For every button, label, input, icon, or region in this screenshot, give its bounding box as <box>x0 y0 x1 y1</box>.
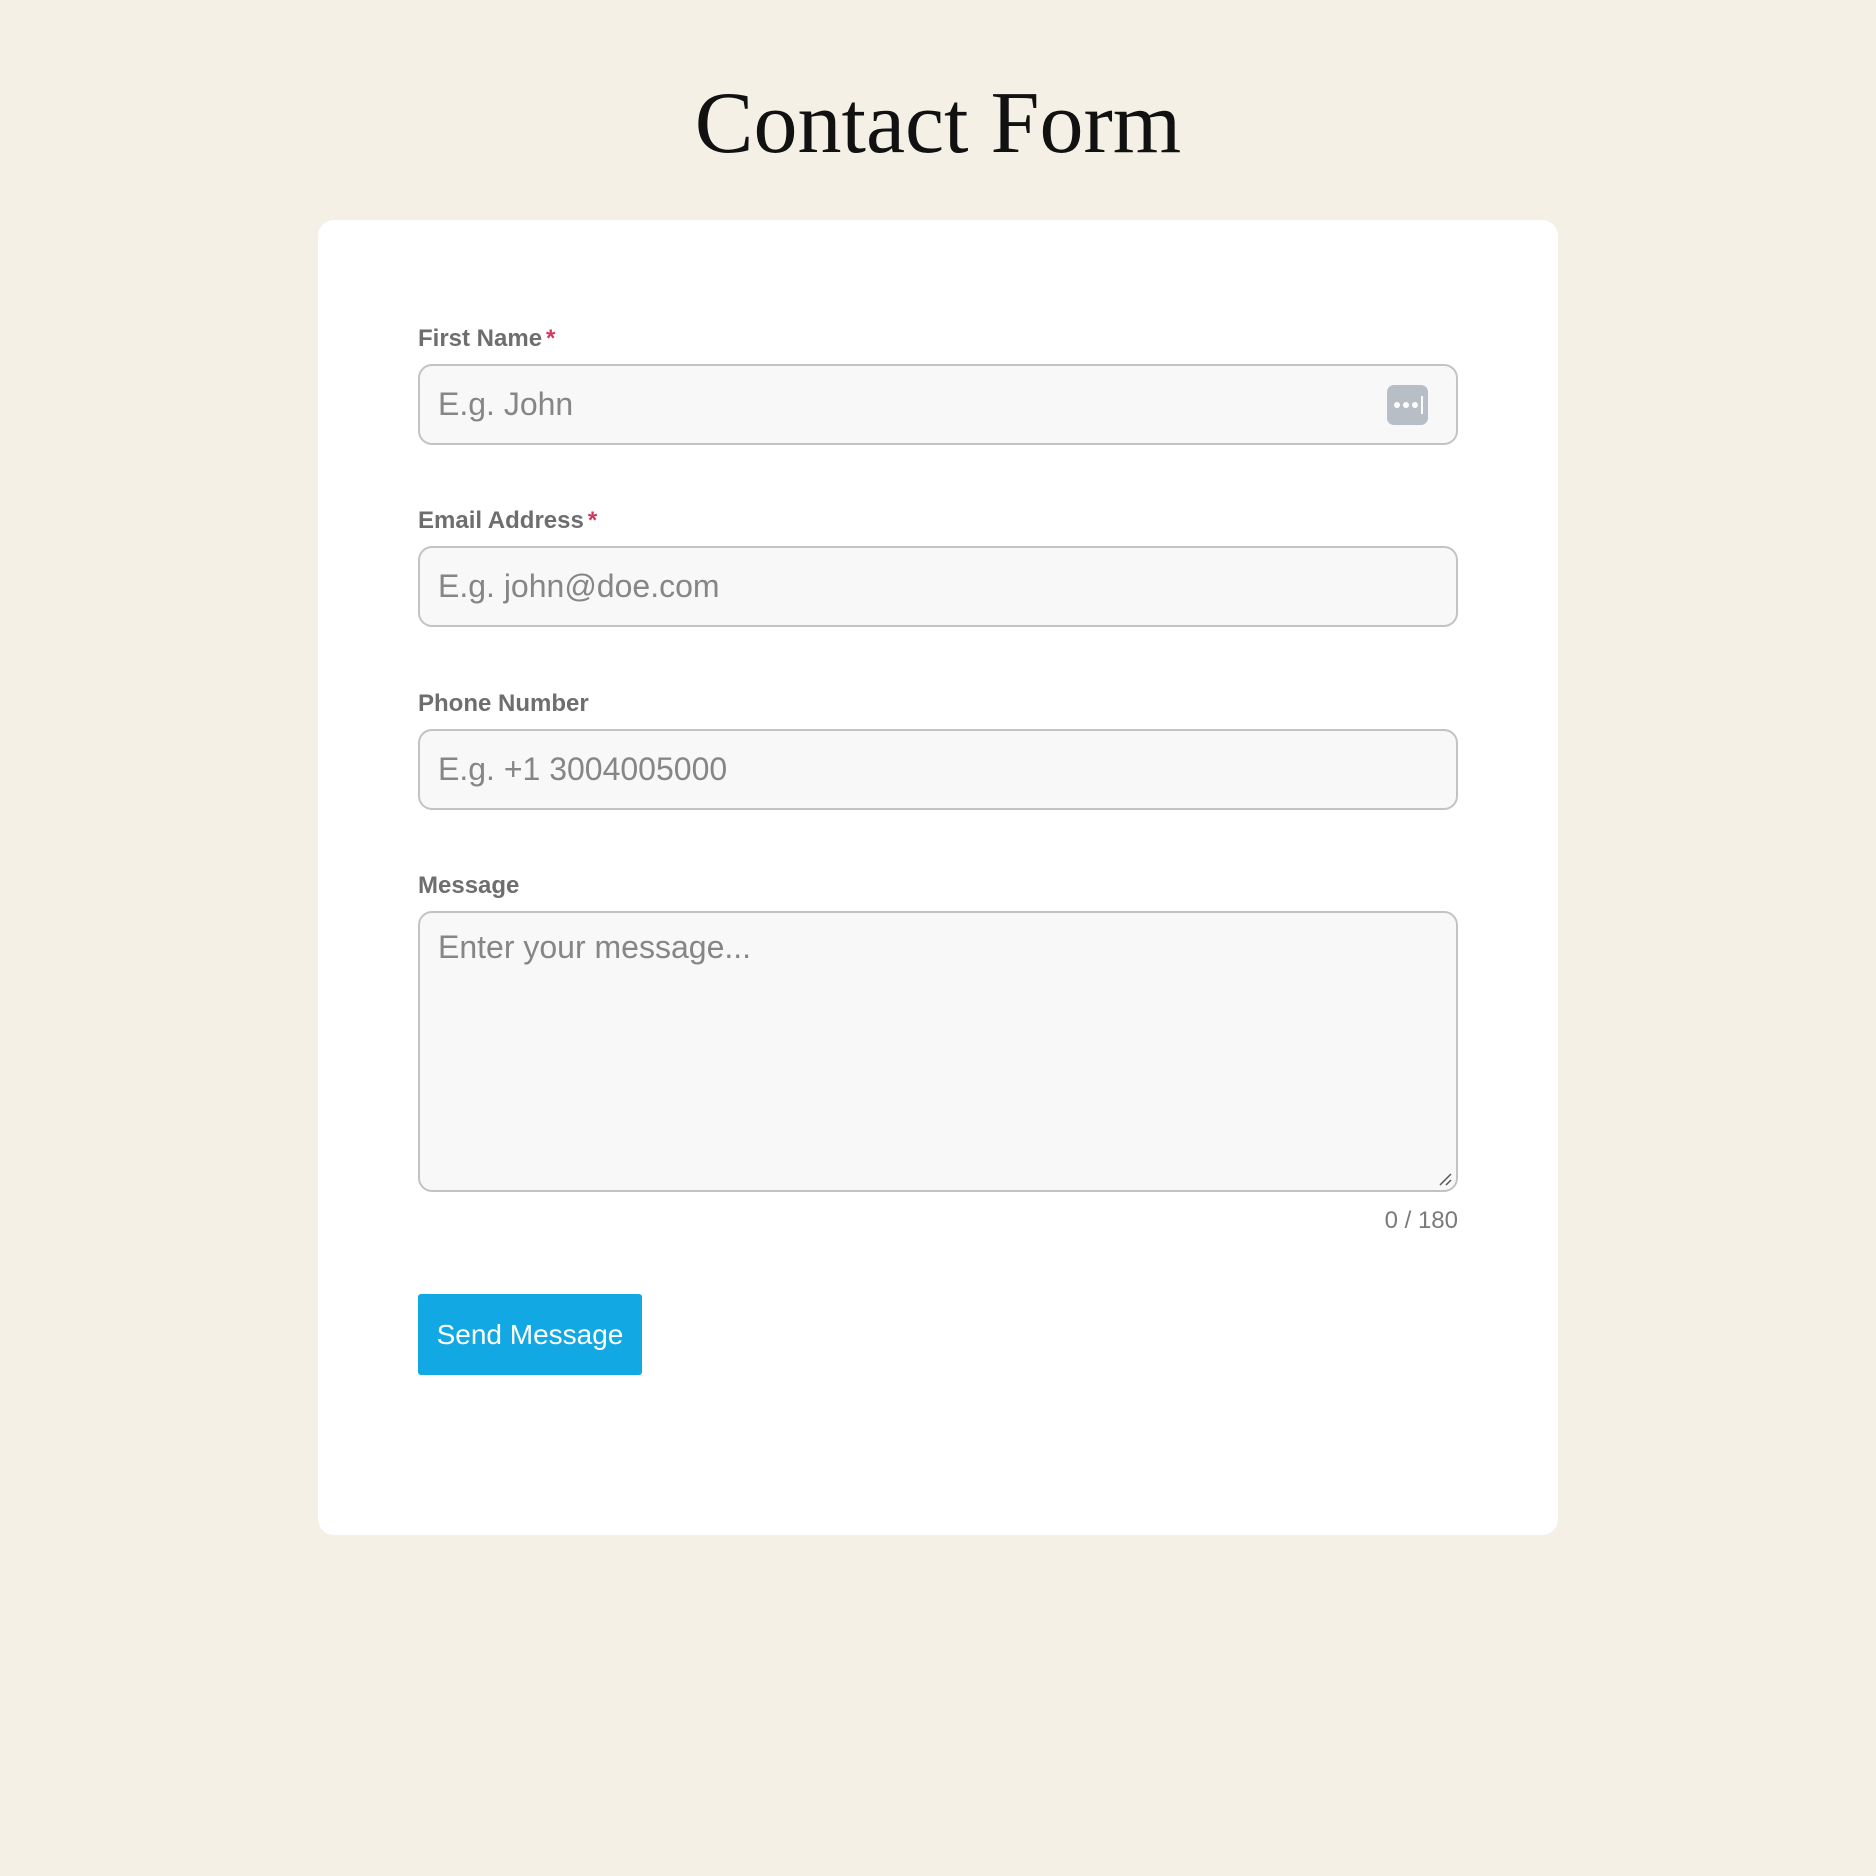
send-message-button[interactable]: Send Message <box>418 1294 642 1375</box>
required-asterisk: * <box>546 325 556 352</box>
message-field: Message 0 / 180 <box>418 871 1458 1236</box>
email-field: Email Address * <box>418 506 1458 627</box>
phone-input-wrapper <box>418 729 1458 810</box>
phone-input[interactable] <box>420 731 1456 808</box>
required-asterisk: * <box>587 507 598 534</box>
message-character-counter: 0 / 180 <box>1384 1207 1458 1234</box>
first-name-field: First Name * <box>418 324 1458 445</box>
first-name-label-text: First Name <box>418 325 543 352</box>
message-textarea[interactable] <box>420 913 1456 1190</box>
email-label-text: Email Address <box>418 507 584 534</box>
first-name-input[interactable] <box>420 366 1456 443</box>
email-input[interactable] <box>420 548 1456 625</box>
email-input-wrapper <box>418 546 1458 627</box>
first-name-input-wrapper <box>418 364 1458 445</box>
first-name-label: First Name * <box>418 324 1458 354</box>
message-textarea-wrapper <box>418 911 1458 1192</box>
phone-field: Phone Number <box>418 689 1458 810</box>
page-title: Contact Form <box>694 75 1182 172</box>
phone-label: Phone Number <box>418 690 589 717</box>
autofill-icon[interactable] <box>1387 385 1428 425</box>
contact-form-card: First Name* Email Address* Phone Number … <box>318 220 1558 1535</box>
message-label: Message <box>418 872 520 899</box>
resize-grip-icon[interactable] <box>1438 1172 1452 1186</box>
email-label: Email Address * <box>418 506 1458 536</box>
